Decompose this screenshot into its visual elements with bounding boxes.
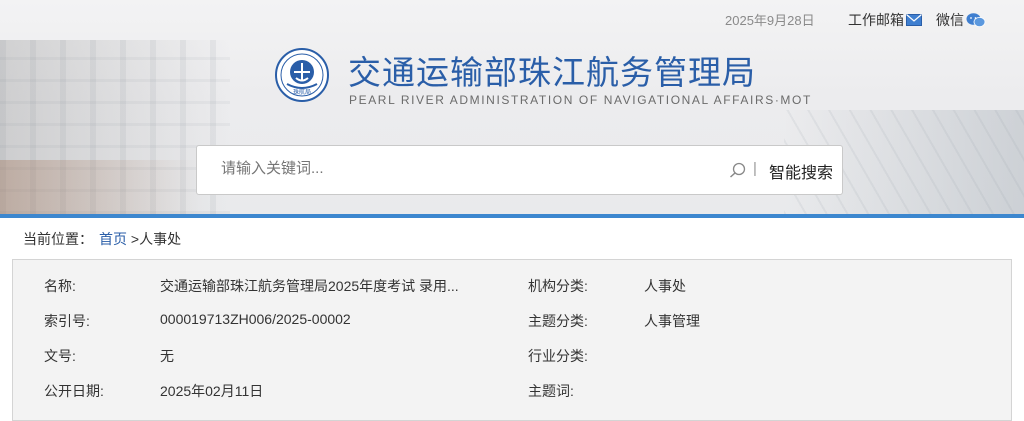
- ship-background: [0, 160, 200, 214]
- org-category-label: 机构分类:: [528, 278, 588, 294]
- breadcrumb-current: >人事处: [130, 231, 182, 247]
- work-email-link[interactable]: 工作邮箱: [848, 10, 922, 30]
- search-divider: |: [753, 160, 757, 177]
- keyword-label: 主题词:: [528, 383, 574, 399]
- smart-search-button[interactable]: 智能搜索: [769, 159, 833, 183]
- breadcrumb-home-link[interactable]: 首页: [99, 231, 127, 247]
- site-title-cn: 交通运输部珠江航务管理局: [348, 54, 756, 91]
- svg-text:珠航局: 珠航局: [293, 88, 311, 96]
- name-label: 名称:: [44, 278, 76, 294]
- publish-date-label: 公开日期:: [44, 383, 104, 399]
- topic-category-label: 主题分类:: [528, 313, 588, 329]
- breadcrumb-prefix: 当前位置：: [23, 231, 93, 247]
- publish-date-value: 2025年02月11日: [160, 383, 264, 399]
- document-info-panel: 名称: 交通运输部珠江航务管理局2025年度考试 录用... 机构分类: 人事处…: [12, 259, 1012, 421]
- pearl-river-logo: 珠航局: [275, 48, 329, 102]
- search-bar: | 智能搜索: [196, 145, 843, 195]
- org-category-value: 人事处: [644, 278, 686, 294]
- index-value: 000019713ZH006/2025-00002: [160, 311, 351, 327]
- breadcrumb: 当前位置： 首页 >人事处: [23, 229, 181, 249]
- search-input[interactable]: [219, 159, 703, 178]
- topic-category-value: 人事管理: [644, 313, 700, 329]
- header-divider: [0, 214, 1024, 218]
- envelope-icon: [906, 14, 922, 26]
- site-title-en: PEARL RIVER ADMINISTRATION OF NAVIGATION…: [349, 93, 812, 107]
- wechat-link[interactable]: 微信: [936, 10, 986, 30]
- site-header: 2025年9月28日 工作邮箱 微信 珠航局 交通运输部珠江航务管理局 PEAR…: [0, 0, 1024, 214]
- industry-category-label: 行业分类:: [528, 348, 588, 364]
- name-value: 交通运输部珠江航务管理局2025年度考试 录用...: [160, 278, 459, 294]
- current-date: 2025年9月28日: [725, 13, 815, 28]
- work-email-label: 工作邮箱: [848, 12, 904, 28]
- wechat-icon: [966, 13, 986, 27]
- doc-number-label: 文号:: [44, 348, 76, 364]
- index-label: 索引号:: [44, 313, 90, 329]
- wechat-label: 微信: [936, 12, 964, 28]
- doc-number-value: 无: [160, 348, 174, 364]
- search-icon[interactable]: [729, 162, 747, 178]
